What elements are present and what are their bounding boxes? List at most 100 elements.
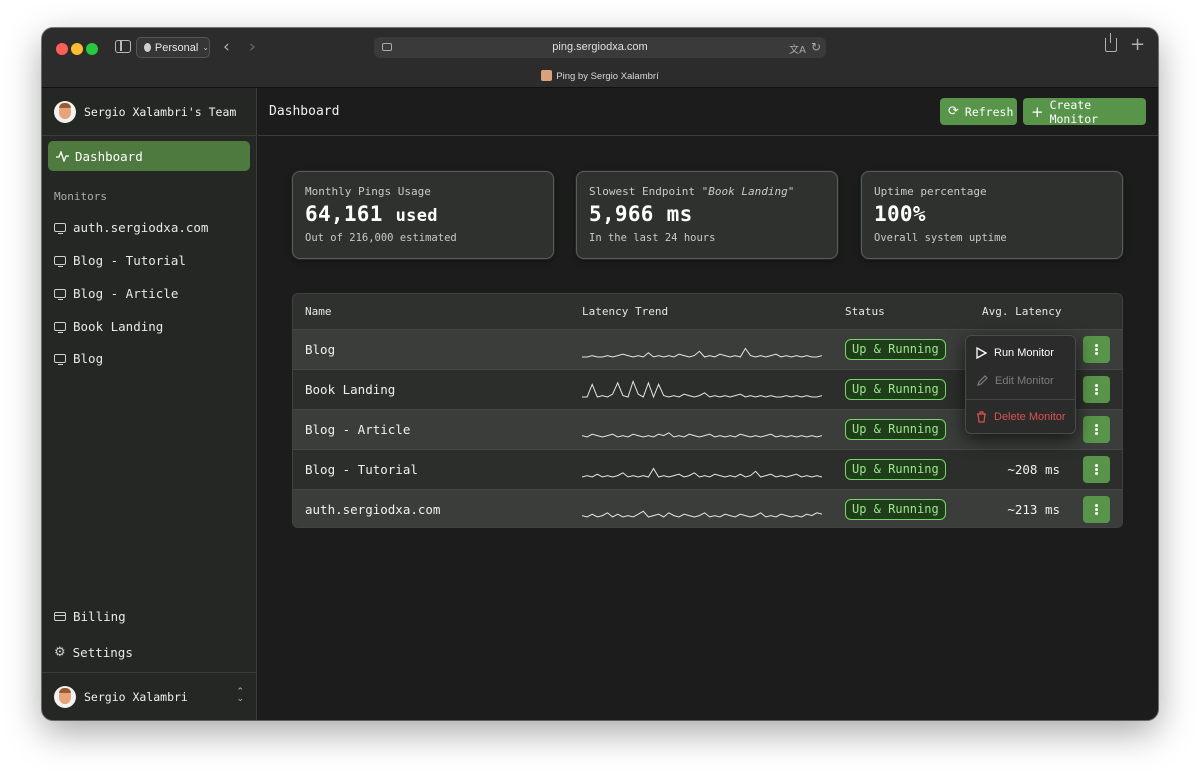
sidebar-item-label: Book Landing — [73, 318, 164, 334]
page-menu-icon[interactable] — [382, 43, 392, 51]
sparkline-path — [582, 510, 822, 518]
latency-sparkline — [582, 347, 822, 358]
status-badge: Up & Running — [845, 339, 946, 360]
main-content: Dashboard ⟳ Refresh + Create Monitor Mon… — [258, 88, 1158, 720]
profile-label: Personal — [154, 41, 199, 54]
sidebar-item-label: auth.sergiodxa.com — [73, 219, 209, 235]
person-icon — [144, 43, 151, 52]
url-text: ping.sergiodxa.com — [552, 41, 648, 53]
activity-icon — [56, 150, 69, 162]
more-vertical-icon — [1095, 468, 1098, 471]
monitor-name[interactable]: Blog - Tutorial — [305, 462, 418, 477]
team-switcher[interactable]: Sergio Xalambri's Team — [42, 88, 257, 136]
sidebar-item-monitor[interactable]: Book Landing — [54, 315, 163, 337]
monitor-name[interactable]: Book Landing — [305, 382, 395, 397]
sidebar-item-label: Blog - Tutorial — [73, 252, 186, 268]
play-icon — [976, 347, 987, 359]
monitor-name[interactable]: Blog — [305, 342, 335, 357]
profile-switcher[interactable]: Personal ⌄ — [136, 37, 210, 58]
status-badge: Up & Running — [845, 499, 946, 520]
column-header-name: Name — [305, 305, 332, 318]
plus-icon[interactable]: + — [1130, 34, 1145, 55]
back-icon[interactable]: ‹ — [223, 37, 230, 57]
sidebar-icon[interactable] — [115, 40, 131, 53]
tab-title[interactable]: Ping by Sergio Xalambrí — [42, 70, 1158, 84]
monitor-icon — [54, 288, 66, 300]
stat-card-uptime: Uptime percentage 100% Overall system up… — [861, 171, 1123, 259]
column-header-trend: Latency Trend — [582, 305, 669, 318]
browser-toolbar: Personal ⌄ ‹ › ping.sergiodxa.com 文A ↻ +… — [42, 28, 1158, 88]
share-icon[interactable] — [1105, 33, 1117, 52]
sidebar-item-monitor[interactable]: Blog - Article — [54, 282, 178, 304]
monitor-icon — [54, 353, 66, 365]
delete-monitor-menu-item[interactable]: Delete Monitor — [976, 408, 1066, 426]
monitors-section-label: Monitors — [54, 190, 107, 203]
reload-icon[interactable]: ↻ — [811, 37, 821, 58]
stat-card-slowest: Slowest Endpoint "Book Landing" 5,966 ms… — [576, 171, 838, 259]
sidebar-item-billing[interactable]: Billing — [54, 605, 126, 627]
latency-sparkline — [582, 432, 822, 438]
column-header-latency: Avg. Latency — [982, 305, 1062, 318]
row-actions-button[interactable] — [1083, 376, 1110, 403]
zoom-window-button[interactable] — [86, 43, 98, 55]
sparkline-path — [582, 467, 822, 478]
monitor-name[interactable]: Blog - Article — [305, 422, 410, 437]
trash-icon — [977, 411, 986, 423]
stat-label: Slowest Endpoint "Book Landing" — [589, 185, 795, 198]
stat-card-pings: Monthly Pings Usage 64,161 used Out of 2… — [292, 171, 554, 259]
row-actions-button[interactable] — [1083, 456, 1110, 483]
page-header: Dashboard ⟳ Refresh + Create Monitor — [258, 88, 1158, 136]
refresh-button[interactable]: ⟳ Refresh — [940, 98, 1017, 125]
more-vertical-icon — [1095, 348, 1098, 351]
stat-label: Uptime percentage — [874, 185, 987, 198]
sidebar-item-settings[interactable]: ⚙ Settings — [54, 641, 133, 663]
sparkline-path — [582, 432, 822, 438]
user-menu[interactable]: Sergio Xalambri ⌃ ⌄ — [42, 672, 257, 720]
edit-monitor-menu-item[interactable]: Edit Monitor — [976, 372, 1054, 390]
monitor-icon — [54, 321, 66, 333]
sidebar-item-monitor[interactable]: Blog — [54, 347, 103, 369]
table-row: auth.sergiodxa.com Up & Running ~213 ms — [293, 490, 1122, 527]
credit-card-icon — [54, 611, 66, 621]
translate-icon[interactable]: 文A — [789, 40, 806, 61]
create-monitor-label: Create Monitor — [1049, 97, 1099, 126]
sparkline-path — [582, 347, 822, 358]
status-badge: Up & Running — [845, 419, 946, 440]
stat-label: Monthly Pings Usage — [305, 185, 431, 198]
sidebar-item-monitor[interactable]: Blog - Tutorial — [54, 249, 186, 271]
address-bar[interactable]: ping.sergiodxa.com 文A ↻ — [374, 37, 826, 58]
close-window-button[interactable] — [56, 43, 68, 55]
latency-sparkline — [582, 379, 822, 399]
browser-window: Personal ⌄ ‹ › ping.sergiodxa.com 文A ↻ +… — [42, 28, 1158, 720]
status-badge: Up & Running — [845, 379, 946, 400]
sidebar-item-label: Blog — [73, 350, 104, 366]
row-actions-menu: Run Monitor Edit Monitor Delete Monitor — [965, 335, 1076, 434]
run-monitor-menu-item[interactable]: Run Monitor — [976, 344, 1054, 362]
sidebar-item-monitor[interactable]: auth.sergiodxa.com — [54, 216, 208, 238]
avg-latency: ~208 ms — [1007, 462, 1060, 477]
stat-value: 64,161 used — [305, 202, 438, 226]
more-vertical-icon — [1095, 428, 1098, 431]
stat-value: 5,966 ms — [589, 202, 693, 226]
favicon — [541, 70, 553, 81]
sidebar: Sergio Xalambri's Team Dashboard Monitor… — [42, 88, 257, 720]
row-actions-button[interactable] — [1083, 416, 1110, 443]
monitor-name[interactable]: auth.sergiodxa.com — [305, 502, 440, 517]
user-name: Sergio Xalambri — [84, 689, 188, 704]
create-monitor-button[interactable]: + Create Monitor — [1023, 97, 1146, 126]
latency-sparkline — [582, 467, 822, 478]
minimize-window-button[interactable] — [71, 43, 83, 55]
plus-icon: + — [1031, 102, 1044, 121]
row-actions-button[interactable] — [1083, 336, 1110, 363]
forward-icon[interactable]: › — [249, 37, 256, 57]
status-badge: Up & Running — [845, 459, 946, 480]
page-title: Dashboard — [269, 104, 340, 119]
sidebar-item-dashboard[interactable]: Dashboard — [48, 141, 250, 171]
avatar — [54, 100, 76, 123]
sparkline-path — [582, 379, 822, 399]
column-header-status: Status — [845, 305, 885, 318]
monitor-icon — [54, 222, 66, 234]
latency-sparkline — [582, 510, 822, 518]
row-actions-button[interactable] — [1083, 496, 1110, 523]
stat-subtext: Overall system uptime — [874, 232, 1007, 244]
